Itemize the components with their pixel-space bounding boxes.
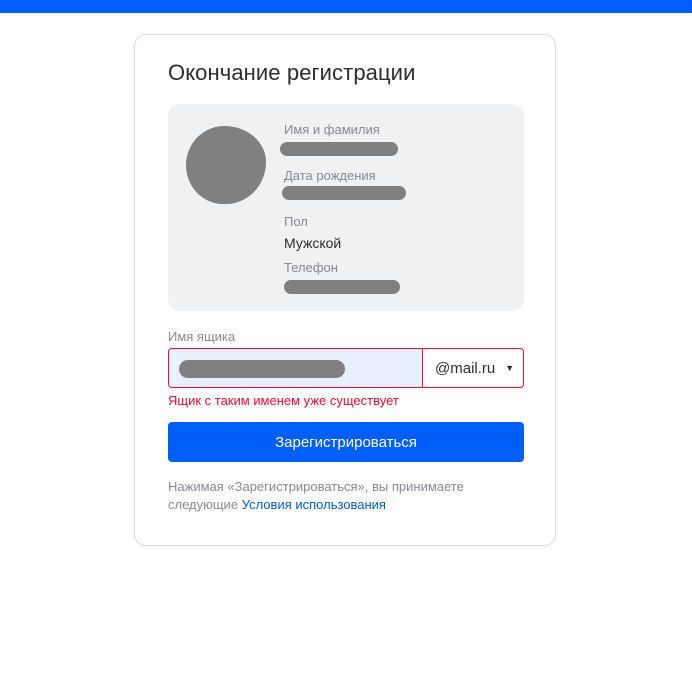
field-value: Мужской xyxy=(284,235,342,251)
redacted-mailbox-name xyxy=(179,360,345,378)
profile-field-gender: Пол Мужской xyxy=(284,214,341,252)
field-value-redacted xyxy=(284,280,400,294)
avatar xyxy=(186,126,266,204)
redacted-name xyxy=(280,142,398,156)
top-header-bar xyxy=(0,0,692,13)
mailbox-label: Имя ящика xyxy=(168,329,236,344)
field-value-redacted xyxy=(282,186,406,200)
field-label: Имя и фамилия xyxy=(284,122,380,137)
registration-card: Окончание регистрации Имя и фамилия Дата… xyxy=(134,34,556,546)
profile-field-name: Имя и фамилия xyxy=(280,122,398,156)
field-label: Телефон xyxy=(284,260,338,275)
domain-value: @mail.ru xyxy=(435,359,496,377)
terms-notice: Нажимая «Зарегистрироваться», вы принима… xyxy=(168,478,488,514)
mailbox-field-group: @mail.ru ▼ xyxy=(168,348,524,388)
field-label: Пол xyxy=(284,214,308,229)
field-label: Дата рождения xyxy=(284,168,376,183)
redacted-phone xyxy=(284,280,400,294)
profile-field-phone: Телефон xyxy=(284,260,400,294)
domain-select[interactable]: @mail.ru ▼ xyxy=(423,349,523,387)
page-title: Окончание регистрации xyxy=(168,60,416,85)
caret-down-icon: ▼ xyxy=(505,363,515,373)
register-button[interactable]: Зарегистрироваться xyxy=(168,422,524,462)
terms-of-use-link[interactable]: Условия использования xyxy=(242,497,386,512)
mailbox-error-message: Ящик с таким именем уже существует xyxy=(168,393,399,408)
field-value-redacted xyxy=(280,142,398,156)
profile-summary: Имя и фамилия Дата рождения Пол Мужской … xyxy=(168,104,524,311)
mailbox-input[interactable] xyxy=(169,349,423,387)
profile-field-birthdate: Дата рождения xyxy=(282,168,406,200)
redacted-birthdate xyxy=(282,186,406,200)
